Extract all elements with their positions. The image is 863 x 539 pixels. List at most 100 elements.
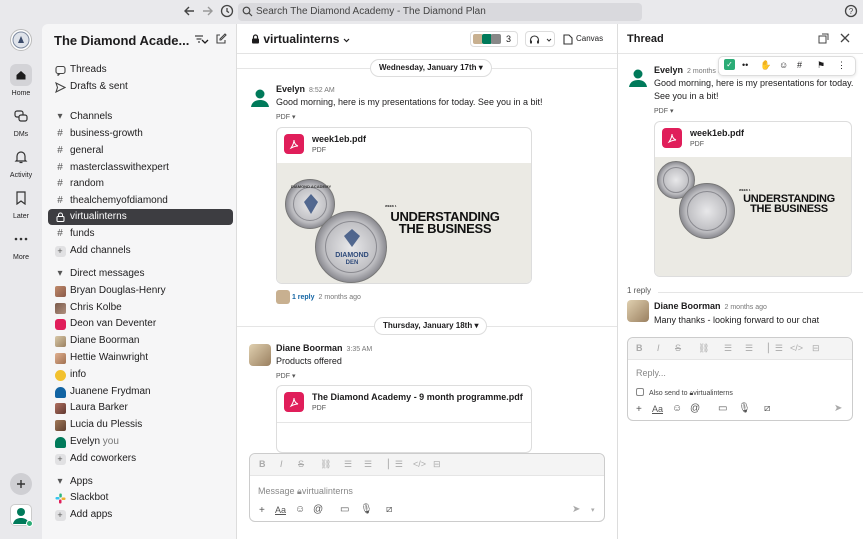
sidebar-item-threads[interactable]: Threads	[48, 62, 233, 78]
text-format-icon[interactable]: Aa	[275, 505, 286, 515]
video-icon[interactable]: ▭	[718, 403, 727, 414]
back-arrow-icon[interactable]	[182, 4, 198, 20]
message-author[interactable]: Diane Boorman 2 months ago	[654, 301, 767, 311]
message-time[interactable]: 3:35 AM	[347, 346, 373, 353]
avatar[interactable]	[627, 300, 649, 322]
sidebar-dm-hettie[interactable]: Hettie Wainwright	[48, 350, 233, 366]
rail-more[interactable]: More	[0, 228, 42, 261]
message-time[interactable]: 2 months ago	[725, 304, 767, 311]
huddle-button[interactable]	[525, 31, 555, 47]
rail-activity[interactable]: Activity	[0, 146, 42, 179]
bulleted-list-icon[interactable]: ☰	[745, 343, 753, 354]
message-author[interactable]: Evelyn 8:52 AM	[276, 84, 335, 94]
message-composer[interactable]: B I S ⛓ ☰ ☰ ▏☰ </> ⊟ Message 🔒︎virtualin…	[249, 453, 605, 522]
send-icon[interactable]: ➤	[572, 504, 580, 515]
forward-arrow-icon[interactable]	[201, 4, 217, 20]
mention-icon[interactable]: @	[690, 403, 700, 414]
rail-dms[interactable]: DMs	[0, 105, 42, 138]
members-button[interactable]: 3	[470, 31, 518, 47]
sidebar-item-drafts[interactable]: Drafts & sent	[48, 79, 233, 95]
avatar[interactable]	[627, 66, 649, 88]
sidebar-dm-laura[interactable]: Laura Barker	[48, 400, 233, 416]
file-attachment[interactable]: week1eb.pdf PDF WEEK 1 UNDERSTANDING THE …	[654, 121, 852, 277]
link-icon[interactable]: ⛓	[698, 343, 709, 354]
workspace-name[interactable]: The Diamond Acade...	[54, 33, 209, 48]
sidebar-dm-info[interactable]: info	[48, 367, 233, 383]
bulleted-list-icon[interactable]: ☰	[364, 459, 372, 470]
message-author[interactable]: Diane Boorman 3:35 AM	[276, 343, 372, 353]
reply-input[interactable]: Reply...	[636, 368, 666, 378]
sidebar-channel-business-growth[interactable]: # business-growth	[48, 126, 233, 142]
italic-icon[interactable]: I	[657, 343, 660, 353]
avatar[interactable]	[249, 344, 271, 366]
add-coworkers-button[interactable]: + Add coworkers	[48, 451, 233, 467]
italic-icon[interactable]: I	[280, 459, 283, 469]
close-icon[interactable]	[840, 33, 850, 43]
add-reaction-icon[interactable]: ☺	[779, 60, 788, 70]
strikethrough-icon[interactable]: S	[675, 343, 681, 353]
code-block-icon[interactable]: ⊟	[812, 343, 820, 354]
history-clock-icon[interactable]	[220, 4, 236, 20]
help-icon[interactable]: ?	[844, 4, 860, 20]
sidebar-channel-thealchemyofdiamond[interactable]: # thealchemyofdiamond	[48, 193, 233, 209]
more-actions-icon[interactable]: ⋮	[837, 60, 846, 71]
link-icon[interactable]: ⛓	[320, 459, 331, 470]
chevron-down-icon[interactable]: ▾	[591, 506, 595, 514]
sidebar-dm-diane[interactable]: Diane Boorman	[48, 333, 233, 349]
eyes-reaction-icon[interactable]: ••	[742, 60, 748, 70]
code-icon[interactable]: </>	[790, 343, 803, 353]
reply-in-channel-icon[interactable]: #	[797, 60, 802, 70]
video-icon[interactable]: ▭	[340, 504, 349, 515]
sidebar-dm-chris[interactable]: Chris Kolbe	[48, 300, 233, 316]
bold-icon[interactable]: B	[636, 343, 643, 353]
sidebar-dm-bryan[interactable]: Bryan Douglas-Henry	[48, 283, 233, 299]
bold-icon[interactable]: B	[259, 459, 266, 469]
avatar[interactable]	[249, 86, 271, 108]
attachment-toggle[interactable]: PDF ▾	[276, 113, 295, 121]
sidebar-channel-masterclasswithexpert[interactable]: # masterclasswithexpert	[48, 160, 233, 176]
plus-icon[interactable]: +	[259, 505, 265, 516]
also-send-checkbox[interactable]	[636, 388, 644, 396]
file-attachment[interactable]: week1eb.pdf PDF DIAMOND ACADEMY DIAMOND D…	[276, 127, 532, 284]
popout-icon[interactable]	[818, 33, 829, 44]
apps-section-header[interactable]: ▾ Apps	[48, 474, 233, 490]
mention-icon[interactable]: @	[313, 504, 323, 515]
sidebar-channel-virtualinterns[interactable]: virtualinterns	[48, 209, 233, 225]
code-block-icon[interactable]: ⊟	[433, 459, 441, 470]
raised-hands-reaction-icon[interactable]: ✋	[760, 60, 771, 71]
workspace-logo[interactable]	[10, 29, 32, 51]
channel-title[interactable]: virtualinterns	[251, 32, 350, 46]
sidebar-dm-juanene[interactable]: Juanene Frydman	[48, 384, 233, 400]
sidebar-channel-funds[interactable]: # funds	[48, 226, 233, 242]
sidebar-channel-random[interactable]: # random	[48, 176, 233, 192]
file-attachment[interactable]: The Diamond Academy - 9 month programme.…	[276, 385, 532, 453]
sidebar-dm-deon[interactable]: Deon van Deventer	[48, 316, 233, 332]
thread-replies-link[interactable]: 1 reply 2 months ago	[276, 290, 361, 304]
bookmark-icon[interactable]: ⚑	[817, 60, 825, 71]
date-separator[interactable]: Thursday, January 18th ▾	[374, 317, 488, 335]
canvas-button[interactable]: Canvas	[562, 31, 603, 47]
filter-icon[interactable]	[194, 34, 204, 44]
dm-section-header[interactable]: ▾ Direct messages	[48, 266, 233, 282]
reply-composer[interactable]: B I S ⛓ ☰ ☰ ▏☰ </> ⊟ Reply... Also send …	[627, 337, 853, 421]
emoji-icon[interactable]: ☺	[672, 403, 682, 414]
blockquote-icon[interactable]: ▏☰	[768, 343, 783, 354]
ordered-list-icon[interactable]: ☰	[724, 343, 732, 354]
message-time[interactable]: 8:52 AM	[309, 87, 335, 94]
channels-section-header[interactable]: ▾ Channels	[48, 109, 233, 125]
search-bar[interactable]: Search The Diamond Academy - The Diamond…	[238, 3, 642, 21]
message-author[interactable]: Evelyn 2 months a	[654, 65, 722, 75]
blockquote-icon[interactable]: ▏☰	[388, 459, 403, 470]
checkmark-reaction-icon[interactable]: ✓	[724, 59, 735, 70]
compose-icon[interactable]	[216, 33, 227, 44]
sidebar-app-slackbot[interactable]: Slackbot	[48, 490, 233, 506]
strikethrough-icon[interactable]: S	[298, 459, 304, 469]
message-time[interactable]: 2 months a	[687, 68, 722, 75]
slash-command-icon[interactable]: ⧄	[386, 504, 392, 515]
user-avatar[interactable]	[10, 504, 33, 527]
rail-home[interactable]: Home	[0, 64, 42, 97]
text-format-icon[interactable]: Aa	[652, 404, 663, 414]
plus-icon[interactable]: +	[636, 404, 642, 415]
add-apps-button[interactable]: + Add apps	[48, 507, 233, 523]
emoji-icon[interactable]: ☺	[295, 504, 305, 515]
